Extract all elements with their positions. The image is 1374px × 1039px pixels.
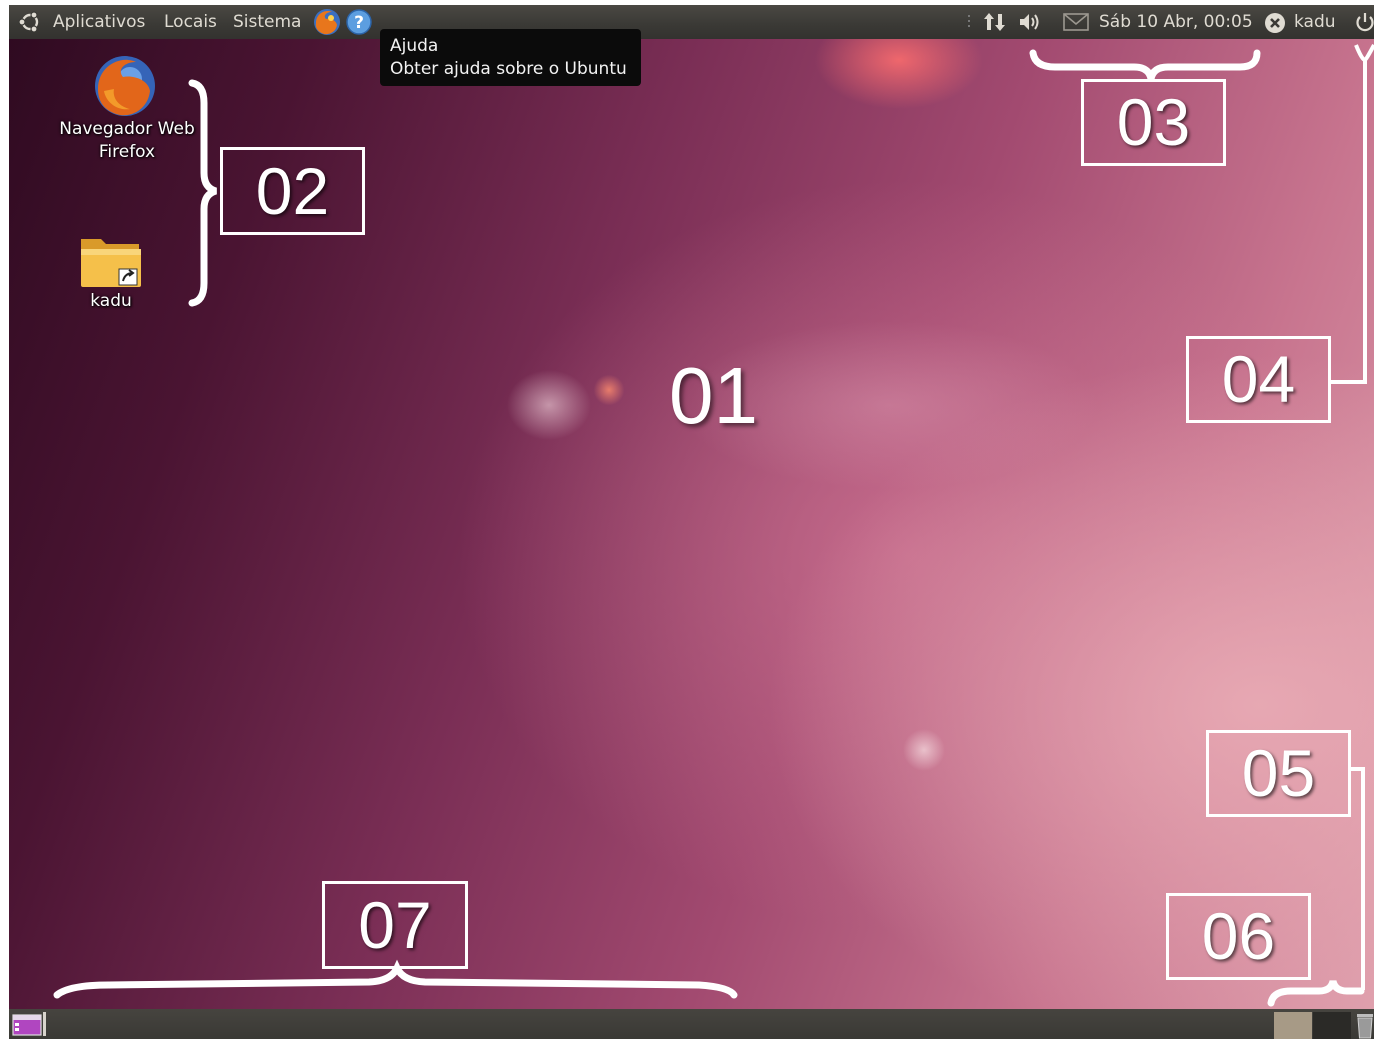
trash-icon[interactable] — [1355, 1012, 1374, 1039]
annotation-02: 02 — [220, 147, 365, 235]
panel-separator — [43, 1012, 46, 1036]
annotation-04: 04 — [1186, 336, 1331, 423]
workspace-1[interactable] — [1274, 1012, 1312, 1039]
annotation-07: 07 — [322, 881, 468, 969]
annotation-06: 06 — [1166, 893, 1311, 980]
annotation-05: 05 — [1206, 730, 1351, 817]
annotation-01: 01 — [669, 351, 758, 440]
bottom-panel — [9, 1009, 1374, 1039]
show-desktop-icon[interactable] — [12, 1014, 42, 1039]
workspace-2[interactable] — [1313, 1012, 1351, 1039]
desktop-screen: Aplicativos Locais Sistema ? Sáb 10 Abr,… — [9, 5, 1374, 1039]
annotation-03: 03 — [1081, 79, 1226, 166]
